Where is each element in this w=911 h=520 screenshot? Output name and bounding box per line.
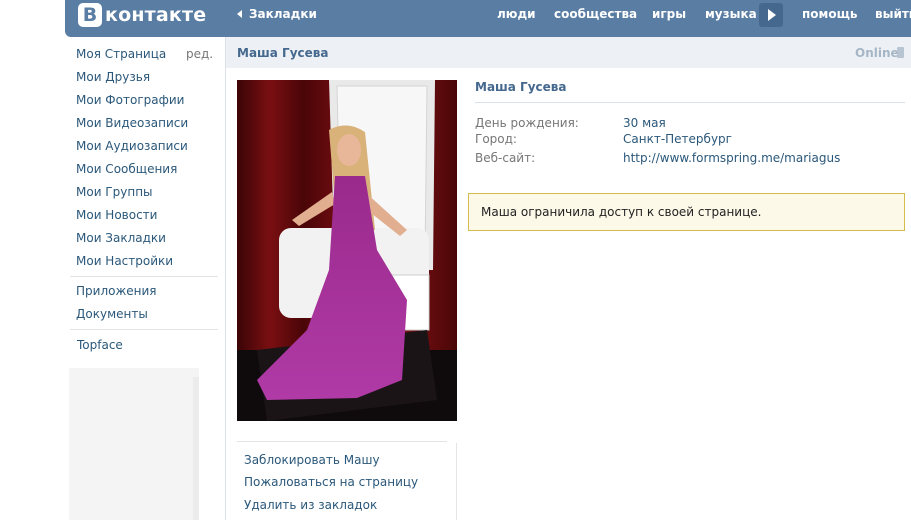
sidebar-item-apps[interactable]: Приложения <box>76 284 157 298</box>
logo-text: контакте <box>105 4 207 26</box>
birthday-value[interactable]: 30 мая <box>623 116 666 130</box>
profile-title-bar: Маша Гусева Online <box>226 37 911 68</box>
birthday-label: День рождения: <box>475 116 579 130</box>
sidebar-ad-placeholder <box>69 368 199 520</box>
report-page-link[interactable]: Пожаловаться на страницу <box>244 475 418 489</box>
photo-illustration <box>237 80 457 421</box>
sidebar-item-friends[interactable]: Мои Друзья <box>76 70 150 84</box>
sidebar-item-videos[interactable]: Мои Видеозаписи <box>76 116 188 130</box>
sidebar-item-settings[interactable]: Мои Настройки <box>76 254 173 268</box>
sidebar-divider <box>70 276 218 277</box>
info-divider <box>475 102 905 103</box>
profile-photo[interactable] <box>237 80 457 421</box>
sidebar-item-topface[interactable]: Topface <box>77 338 123 352</box>
bookmarks-link[interactable]: Закладки <box>237 7 317 21</box>
profile-name: Маша Гусева <box>475 80 567 94</box>
nav-games[interactable]: игры <box>652 7 686 21</box>
sidebar-item-my-page[interactable]: Моя Страница <box>76 47 166 61</box>
nav-help[interactable]: помощь <box>802 7 857 21</box>
website-link[interactable]: http://www.formspring.me/mariagus <box>623 151 840 165</box>
play-icon <box>768 9 776 21</box>
sidebar-item-messages[interactable]: Мои Сообщения <box>76 162 177 176</box>
play-button[interactable] <box>759 3 783 27</box>
sidebar-item-audio[interactable]: Мои Аудиозаписи <box>76 139 188 153</box>
actions-divider <box>237 441 447 442</box>
nav-communities[interactable]: сообщества <box>554 7 637 21</box>
remove-bookmark-link[interactable]: Удалить из закладок <box>244 498 377 512</box>
sidebar-item-groups[interactable]: Мои Группы <box>76 185 153 199</box>
sidebar-item-photos[interactable]: Мои Фотографии <box>76 93 184 107</box>
nav-music[interactable]: музыка <box>705 7 757 21</box>
website-label: Веб-сайт: <box>475 151 536 165</box>
mobile-icon <box>897 47 904 58</box>
sidebar-item-news[interactable]: Мои Новости <box>76 208 157 222</box>
sidebar-edit-link[interactable]: ред. <box>186 47 213 61</box>
sidebar-item-documents[interactable]: Документы <box>76 307 148 321</box>
city-value[interactable]: Санкт-Петербург <box>623 132 732 146</box>
page-title: Маша Гусева <box>237 46 329 60</box>
city-label: Город: <box>475 132 517 146</box>
block-user-link[interactable]: Заблокировать Машу <box>244 453 380 467</box>
vk-logo[interactable]: В контакте <box>78 2 206 28</box>
restricted-notice: Маша ограничила доступ к своей странице. <box>468 193 905 231</box>
logo-letter: В <box>78 3 102 27</box>
restricted-notice-text: Маша ограничила доступ к своей странице. <box>481 205 762 219</box>
sidebar-divider <box>70 329 218 330</box>
nav-logout[interactable]: выйти <box>875 7 911 21</box>
left-sidebar: Моя Страница ред. Мои Друзья Мои Фотогра… <box>65 37 225 520</box>
top-header: В контакте Закладки люди сообщества игры… <box>65 0 911 37</box>
back-arrow-icon <box>237 10 242 18</box>
actions-border <box>456 443 457 520</box>
online-status: Online <box>855 46 899 60</box>
sidebar-item-bookmarks[interactable]: Мои Закладки <box>76 231 166 245</box>
bookmarks-label: Закладки <box>249 7 317 21</box>
nav-people[interactable]: люди <box>497 7 536 21</box>
sidebar-ad-shadow <box>193 377 199 520</box>
sidebar-border <box>225 37 226 520</box>
